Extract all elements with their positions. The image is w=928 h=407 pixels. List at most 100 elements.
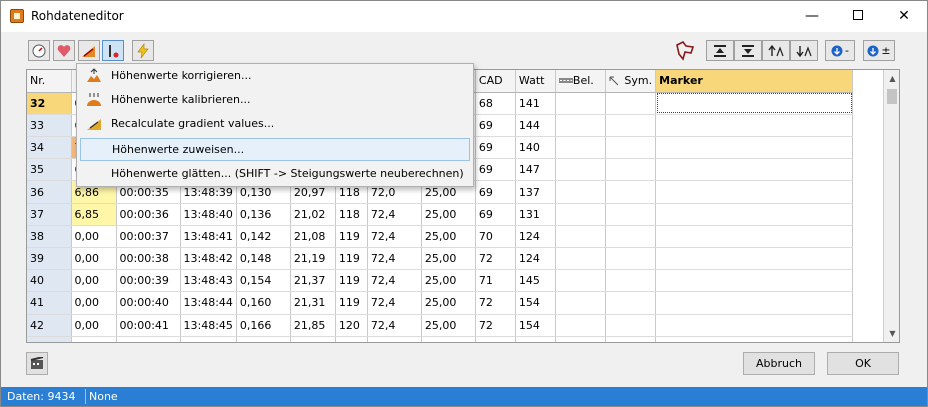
table-row[interactable]: 39 0,00 00:00:38 13:48:42 0,148 21,19 119 72,4 2…: [27, 247, 854, 271]
scroll-up-icon[interactable]: ▲: [884, 70, 899, 87]
table-cell[interactable]: 0,154: [236, 269, 291, 293]
table-cell[interactable]: 0,160: [236, 291, 291, 315]
cancel-button[interactable]: Abbruch: [743, 352, 815, 375]
altitude-tool-button[interactable]: [102, 40, 124, 61]
col-header-marker[interactable]: Marker: [655, 70, 854, 93]
table-cell[interactable]: [605, 92, 657, 115]
table-cell[interactable]: 21,08: [290, 225, 336, 249]
table-cell[interactable]: 25,00: [421, 225, 476, 249]
table-cell[interactable]: 0,00: [71, 314, 117, 337]
table-cell[interactable]: 120: [335, 336, 368, 342]
table-cell[interactable]: 0,00: [71, 225, 117, 249]
row-number-cell[interactable]: 42: [27, 314, 72, 337]
marker-cell[interactable]: [655, 314, 854, 337]
table-cell[interactable]: 124: [515, 225, 556, 249]
marker-cell[interactable]: [655, 247, 854, 271]
table-cell[interactable]: 72: [475, 314, 516, 337]
marker-cell[interactable]: [655, 114, 854, 138]
marker-cell[interactable]: [655, 136, 854, 160]
row-number-cell[interactable]: 36: [27, 180, 72, 204]
table-cell[interactable]: [555, 225, 606, 249]
vertical-scrollbar[interactable]: ▲ ▼: [883, 70, 899, 342]
table-cell[interactable]: 68: [475, 92, 516, 115]
table-cell[interactable]: 141: [515, 92, 556, 115]
table-cell[interactable]: [555, 136, 606, 160]
calendar-button[interactable]: [26, 352, 48, 375]
table-cell[interactable]: 00:00:36: [116, 203, 181, 226]
table-cell[interactable]: 21,31: [290, 291, 336, 315]
menu-item-kalibrieren[interactable]: Höhenwerte kalibrieren...: [80, 88, 470, 111]
table-cell[interactable]: 119: [335, 247, 368, 271]
table-cell[interactable]: 00:00:42: [116, 336, 181, 342]
table-cell[interactable]: 00:00:40: [116, 291, 181, 315]
table-cell[interactable]: 131: [515, 203, 556, 226]
col-header-nr[interactable]: Nr.: [27, 70, 72, 93]
table-row[interactable]: 37 6,85 00:00:36 13:48:40 0,136 21,02 118 72,4 2…: [27, 203, 854, 226]
table-cell[interactable]: [605, 158, 657, 182]
table-cell[interactable]: 0,136: [236, 203, 291, 226]
table-cell[interactable]: 118: [335, 203, 368, 226]
table-cell[interactable]: 21,19: [290, 247, 336, 271]
table-cell[interactable]: 145: [515, 269, 556, 293]
col-header-watt[interactable]: Watt: [515, 70, 556, 93]
table-cell[interactable]: [605, 203, 657, 226]
table-cell[interactable]: 69: [475, 180, 516, 204]
table-cell[interactable]: 119: [335, 291, 368, 315]
gradient-tool-button[interactable]: [78, 40, 100, 61]
table-cell[interactable]: 69: [475, 114, 516, 138]
table-row[interactable]: 38 0,00 00:00:37 13:48:41 0,142 21,08 119 72,4 2…: [27, 225, 854, 249]
table-cell[interactable]: 140: [515, 136, 556, 160]
table-cell[interactable]: [605, 114, 657, 138]
row-number-cell[interactable]: 40: [27, 269, 72, 293]
menu-item-zuweisen[interactable]: Höhenwerte zuweisen...: [80, 138, 470, 161]
table-cell[interactable]: 00:00:38: [116, 247, 181, 271]
table-cell[interactable]: [605, 136, 657, 160]
table-cell[interactable]: 0,142: [236, 225, 291, 249]
table-cell[interactable]: 25,00: [421, 203, 476, 226]
row-number-cell[interactable]: 35: [27, 158, 72, 182]
row-number-cell[interactable]: 33: [27, 114, 72, 138]
table-cell[interactable]: 0,00: [71, 336, 117, 342]
row-number-cell[interactable]: 43: [27, 336, 72, 342]
table-cell[interactable]: [555, 291, 606, 315]
maximize-button[interactable]: [835, 1, 881, 32]
row-number-cell[interactable]: 34: [27, 136, 72, 160]
row-number-cell[interactable]: 39: [27, 247, 72, 271]
sort-down-button[interactable]: [790, 40, 818, 61]
table-cell[interactable]: 154: [515, 314, 556, 337]
table-cell[interactable]: 119: [335, 269, 368, 293]
menu-item-glaetten[interactable]: Höhenwerte glätten... (SHIFT -> Steigung…: [80, 162, 470, 185]
table-row[interactable]: 42 0,00 00:00:41 13:48:45 0,166 21,85 120 72,4 2…: [27, 314, 854, 337]
zoom-plusminus-button[interactable]: ±: [863, 40, 895, 61]
map-track-button[interactable]: [673, 39, 697, 63]
table-cell[interactable]: 21,85: [290, 314, 336, 337]
marker-cell[interactable]: [655, 225, 854, 249]
table-cell[interactable]: 124: [515, 247, 556, 271]
col-header-bel[interactable]: Bel.: [555, 70, 606, 93]
close-button[interactable]: ✕: [881, 1, 927, 32]
table-cell[interactable]: 0,00: [71, 291, 117, 315]
table-cell[interactable]: [555, 203, 606, 226]
table-cell[interactable]: 72: [475, 291, 516, 315]
table-cell[interactable]: 00:00:39: [116, 269, 181, 293]
table-cell[interactable]: 13:48:41: [180, 225, 237, 249]
table-cell[interactable]: 154: [515, 291, 556, 315]
ok-button[interactable]: OK: [827, 352, 899, 375]
marker-cell[interactable]: [655, 291, 854, 315]
table-cell[interactable]: [555, 92, 606, 115]
table-cell[interactable]: 72,4: [367, 269, 422, 293]
table-cell[interactable]: [555, 180, 606, 204]
table-row[interactable]: 430,0000:00:4213:48:460,17221,7012072,42…: [27, 336, 854, 342]
table-cell[interactable]: 25,00: [421, 291, 476, 315]
move-bottom-button[interactable]: [734, 40, 762, 61]
table-cell[interactable]: 0,00: [71, 269, 117, 293]
table-cell[interactable]: 25,00: [421, 314, 476, 337]
table-cell[interactable]: 0,166: [236, 314, 291, 337]
row-number-cell[interactable]: 41: [27, 291, 72, 315]
table-cell[interactable]: 0,172: [236, 336, 291, 342]
marker-cell[interactable]: [655, 92, 854, 115]
table-cell[interactable]: [605, 336, 657, 342]
table-cell[interactable]: [605, 314, 657, 337]
table-cell[interactable]: 00:00:37: [116, 225, 181, 249]
table-cell[interactable]: [605, 247, 657, 271]
